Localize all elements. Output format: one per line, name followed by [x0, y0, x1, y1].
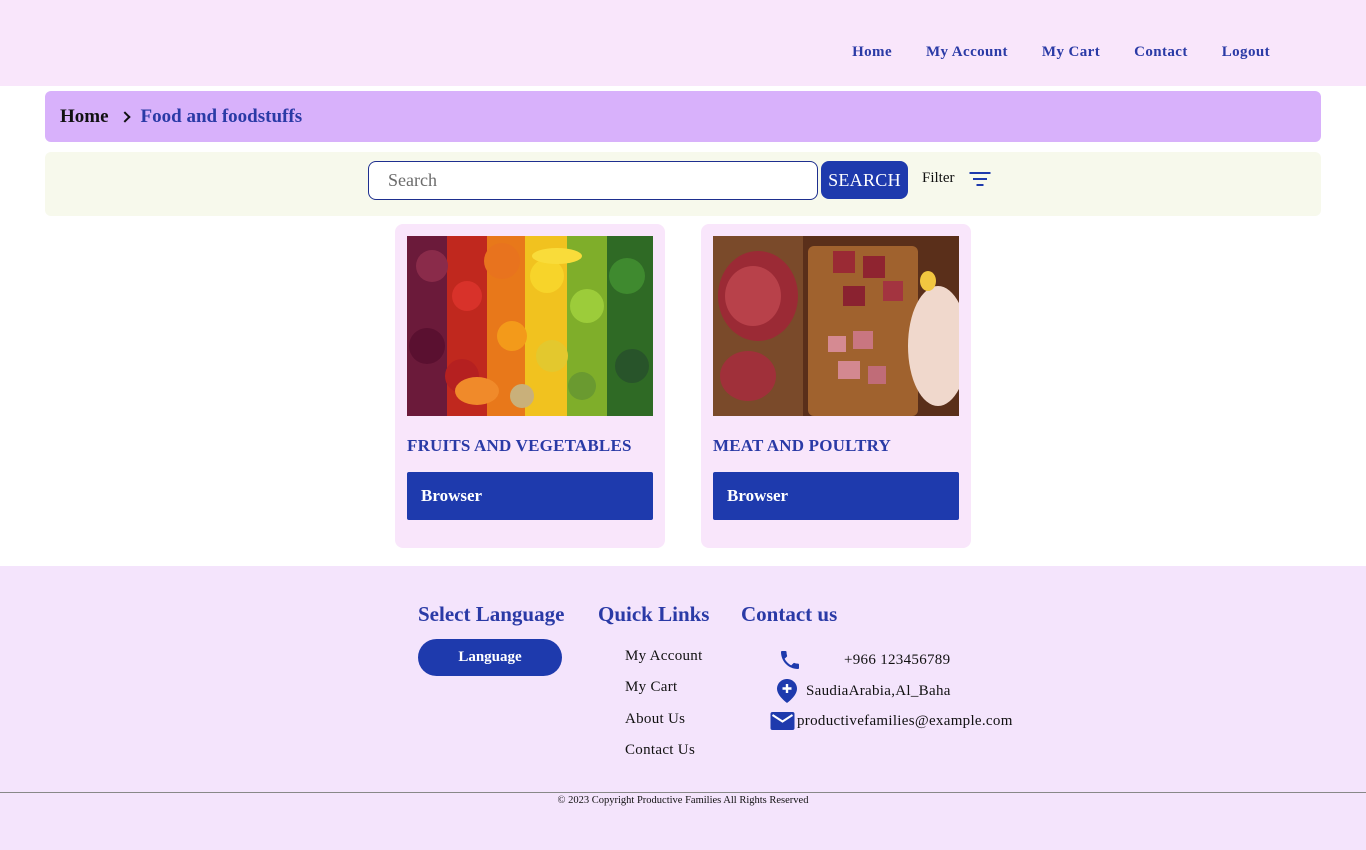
browse-meat-button[interactable]: Browser — [713, 472, 959, 520]
contact-email-text: productivefamilies@example.com — [797, 712, 1013, 729]
browse-fruits-button[interactable]: Browser — [407, 472, 653, 520]
contact-location-text: SaudiaArabia,Al_Baha — [806, 682, 951, 699]
footer-link-my-account[interactable]: My Account — [625, 648, 703, 665]
meat-poultry-image — [713, 236, 959, 416]
mail-icon — [770, 712, 795, 730]
breadcrumb-home-link[interactable]: Home — [60, 106, 109, 128]
nav-my-cart-link[interactable]: My Cart — [1042, 44, 1100, 61]
filter-icon — [969, 171, 991, 187]
breadcrumb-current: Food and foodstuffs — [140, 105, 303, 127]
location-pin-icon — [777, 679, 797, 703]
nav-my-account-link[interactable]: My Account — [926, 44, 1008, 61]
search-button[interactable]: SEARCH — [821, 161, 908, 199]
nav-home-link[interactable]: Home — [852, 44, 892, 61]
footer: Select Language Language Quick Links My … — [0, 566, 1366, 850]
filter-label: Filter — [922, 170, 955, 186]
footer-link-contact-us[interactable]: Contact Us — [625, 742, 695, 759]
phone-icon — [781, 651, 799, 669]
nav-contact-link[interactable]: Contact — [1134, 44, 1188, 61]
contact-email: productivefamilies@example.com — [770, 711, 1013, 731]
contact-phone: +966 123456789 — [778, 648, 950, 672]
language-button[interactable]: Language — [418, 639, 562, 676]
footer-divider — [0, 792, 1366, 793]
footer-link-about-us[interactable]: About Us — [625, 711, 685, 728]
fruits-vegetables-image — [407, 236, 653, 416]
main-nav: Home My Account My Cart Contact Logout — [818, 44, 1270, 61]
contact-us-heading: Contact us — [741, 602, 838, 626]
search-bar: SEARCH Filter — [45, 152, 1321, 216]
chevron-right-icon — [118, 110, 131, 123]
contact-location: SaudiaArabia,Al_Baha — [776, 678, 951, 704]
footer-link-my-cart[interactable]: My Cart — [625, 679, 678, 696]
category-title: FRUITS AND VEGETABLES — [407, 436, 632, 455]
filter-button[interactable]: Filter — [922, 170, 991, 187]
category-title: MEAT AND POULTRY — [713, 436, 891, 455]
contact-phone-text: +966 123456789 — [844, 651, 951, 668]
category-card-fruits: FRUITS AND VEGETABLES Browser — [395, 224, 665, 548]
nav-logout-link[interactable]: Logout — [1222, 44, 1270, 61]
select-language-heading: Select Language — [418, 602, 565, 626]
copyright-text: © 2023 Copyright Productive Families All… — [557, 795, 809, 806]
quick-links-heading: Quick Links — [598, 602, 710, 626]
top-navbar: Home My Account My Cart Contact Logout — [0, 0, 1366, 86]
breadcrumb: Home Food and foodstuffs — [45, 91, 1321, 142]
category-card-meat: MEAT AND POULTRY Browser — [701, 224, 971, 548]
search-input[interactable] — [368, 161, 818, 200]
